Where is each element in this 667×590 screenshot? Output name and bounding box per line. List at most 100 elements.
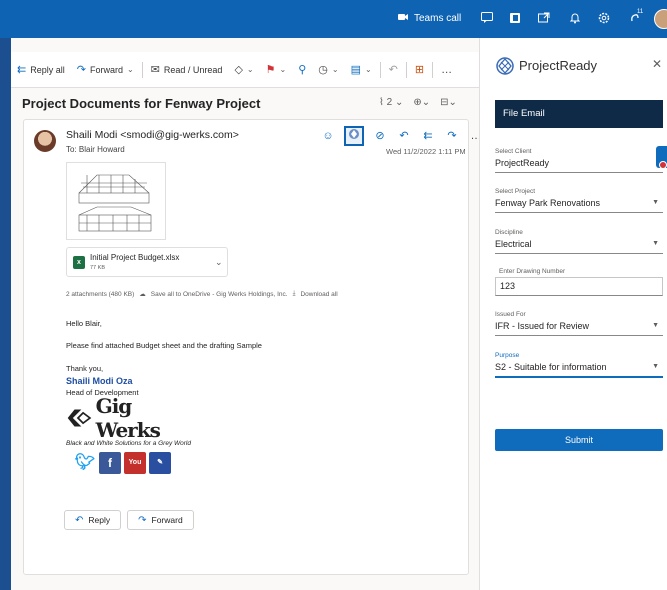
drawing-number-input[interactable]: 123 xyxy=(495,277,663,296)
chevron-down-icon: ⌄ xyxy=(246,65,254,74)
envelope-icon: ✉ xyxy=(150,64,160,76)
facebook-icon[interactable]: f xyxy=(99,452,121,474)
purpose-dropdown[interactable]: S2 - Suitable for information ▼ xyxy=(495,362,663,378)
sender-avatar[interactable] xyxy=(34,130,56,152)
bell-icon[interactable] xyxy=(568,12,582,25)
reply-icon: ↶ xyxy=(75,514,84,526)
discipline-dropdown[interactable]: Electrical ▼ xyxy=(495,239,663,254)
field-label: Purpose xyxy=(495,352,520,359)
select-project-dropdown[interactable]: Fenway Park Renovations ▼ xyxy=(495,198,663,213)
reply-all-button[interactable]: ⇇ Reply all xyxy=(11,58,71,82)
categorize-button[interactable]: ◇ ⌄ xyxy=(228,58,259,82)
chevron-down-icon: ⌄ xyxy=(395,97,404,108)
gig-werks-logo: Gig Werks xyxy=(66,394,186,442)
forward-icon[interactable]: ↷ xyxy=(444,128,460,144)
chevron-down-icon[interactable]: ⌄ xyxy=(215,257,223,268)
clock-icon: ◷ xyxy=(318,64,328,76)
field-label: Select Client xyxy=(495,148,532,155)
flag-button[interactable]: ⚑ ⌄ xyxy=(260,58,293,82)
discipline-field[interactable]: Discipline Electrical ▼ xyxy=(495,229,663,254)
sent-date: Wed 11/2/2022 1:11 PM xyxy=(386,147,466,156)
chevron-down-icon: ⌄ xyxy=(126,65,134,74)
message-card: Shaili Modi <smodi@gig-werks.com> To: Bl… xyxy=(23,119,482,575)
reply-icon[interactable]: ↶ xyxy=(396,128,412,144)
read-unread-button[interactable]: ✉ Read / Unread xyxy=(145,58,229,82)
left-rail xyxy=(0,38,11,590)
field-value: Fenway Park Renovations xyxy=(495,198,601,208)
attachments-summary: 2 attachments (480 KB) xyxy=(66,290,135,298)
field-value: S2 - Suitable for information xyxy=(495,362,607,372)
snooze-button[interactable]: ◷ ⌄ xyxy=(312,58,344,82)
divider xyxy=(379,61,381,78)
purpose-field[interactable]: Purpose S2 - Suitable for information ▼ xyxy=(495,352,663,378)
gear-icon[interactable] xyxy=(597,12,611,25)
recipients[interactable]: To: Blair Howard xyxy=(66,145,125,154)
issued-for-field[interactable]: Issued For IFR - Issued for Review ▼ xyxy=(495,311,663,336)
addin-icon[interactable]: ⊘ xyxy=(372,128,388,144)
reply-all-icon[interactable]: ⇇ xyxy=(420,128,436,144)
projectready-panel: ProjectReady ✕ File Email Select Client … xyxy=(479,38,667,590)
forward-icon: ↷ xyxy=(138,514,147,526)
chat-icon[interactable] xyxy=(480,12,494,25)
cloud-icon: ☁ xyxy=(139,291,146,298)
attachment-name: Initial Project Budget.xlsx xyxy=(90,253,180,262)
tag-icon: ◇ xyxy=(234,64,243,76)
issued-for-dropdown[interactable]: IFR - Issued for Review ▼ xyxy=(495,321,663,336)
attachment-size: 77 KB xyxy=(90,265,105,271)
drawing-thumbnail[interactable] xyxy=(66,162,166,240)
youtube-icon[interactable]: You xyxy=(124,452,146,474)
forward-button[interactable]: ↷ Forward xyxy=(127,510,194,530)
chevron-down-icon: ▼ xyxy=(652,363,659,370)
share-icon[interactable] xyxy=(537,12,551,25)
blog-icon[interactable]: ✎ xyxy=(149,452,171,474)
field-value: IFR - Issued for Review xyxy=(495,321,590,331)
help-icon[interactable]: 11 xyxy=(628,9,643,25)
field-label: Discipline xyxy=(495,229,523,236)
file-email-header: File Email xyxy=(495,100,663,128)
subject-row: Project Documents for Fenway Project ⌇ 2… xyxy=(11,90,479,118)
excel-icon: x xyxy=(73,256,85,269)
immersive-reader-button[interactable]: ⊟⌄ xyxy=(440,97,457,108)
more-icon: … xyxy=(441,63,453,76)
office-icon[interactable] xyxy=(508,12,522,25)
attachment-count[interactable]: ⌇ 2 ⌄ xyxy=(379,97,403,108)
video-icon xyxy=(398,13,408,24)
attachment-chip[interactable]: x Initial Project Budget.xlsx 77 KB ⌄ xyxy=(66,247,228,277)
field-value: 123 xyxy=(500,281,516,291)
reply-button[interactable]: ↶ Reply xyxy=(64,510,122,530)
chevron-down-icon: ⌄ xyxy=(364,65,372,74)
teams-call-button[interactable]: Teams call xyxy=(398,13,461,24)
select-client-field[interactable]: Select Client ProjectReady xyxy=(495,148,663,173)
notification-count: 11 xyxy=(637,9,644,15)
download-all-link[interactable]: Download all xyxy=(300,291,337,298)
close-icon[interactable]: ✕ xyxy=(652,57,662,71)
twitter-icon[interactable]: 🐦︎ xyxy=(74,452,96,474)
field-label: Enter Drawing Number xyxy=(499,268,566,275)
undo-button[interactable]: ↶ xyxy=(383,58,404,82)
emoji-icon[interactable]: ☺ xyxy=(320,128,336,144)
pin-icon: ⚲ xyxy=(298,64,307,76)
mail-toolbar: ⇇ Reply all ↷ Forward ⌄ ✉ Read / Unread … xyxy=(11,52,479,88)
select-project-field[interactable]: Select Project Fenway Park Renovations ▼ xyxy=(495,188,663,213)
projectready-logo-icon xyxy=(496,57,514,75)
reply-buttons: ↶ Reply ↷ Forward xyxy=(64,510,194,530)
reading-pane: ⇇ Reply all ↷ Forward ⌄ ✉ Read / Unread … xyxy=(11,38,482,590)
projectready-addin-button[interactable] xyxy=(344,126,364,146)
zoom-button[interactable]: ⊕⌄ xyxy=(413,97,430,108)
apps-icon: ⊞ xyxy=(414,64,425,76)
user-avatar[interactable] xyxy=(654,9,667,29)
rules-button[interactable]: ▤ ⌄ xyxy=(345,58,378,82)
pin-button[interactable]: ⚲ xyxy=(292,58,312,82)
attachments-bar: 2 attachments (480 KB) ☁ Save all to One… xyxy=(66,290,338,298)
more-options-button[interactable]: … xyxy=(435,58,458,82)
submit-button[interactable]: Submit xyxy=(495,429,663,451)
select-client-value[interactable]: ProjectReady xyxy=(495,158,663,173)
apps-button[interactable]: ⊞ xyxy=(409,58,430,82)
rules-icon: ▤ xyxy=(350,64,361,76)
closing: Thank you, xyxy=(66,364,104,373)
sender[interactable]: Shaili Modi <smodi@gig-werks.com> xyxy=(66,129,239,141)
forward-button[interactable]: ↷ Forward ⌄ xyxy=(71,58,140,82)
drawing-number-field[interactable]: Enter Drawing Number 123 xyxy=(495,268,663,296)
save-onedrive-link[interactable]: Save all to OneDrive - Gig Werks Holding… xyxy=(151,291,288,298)
chevron-down-icon: ⌄ xyxy=(279,65,287,74)
